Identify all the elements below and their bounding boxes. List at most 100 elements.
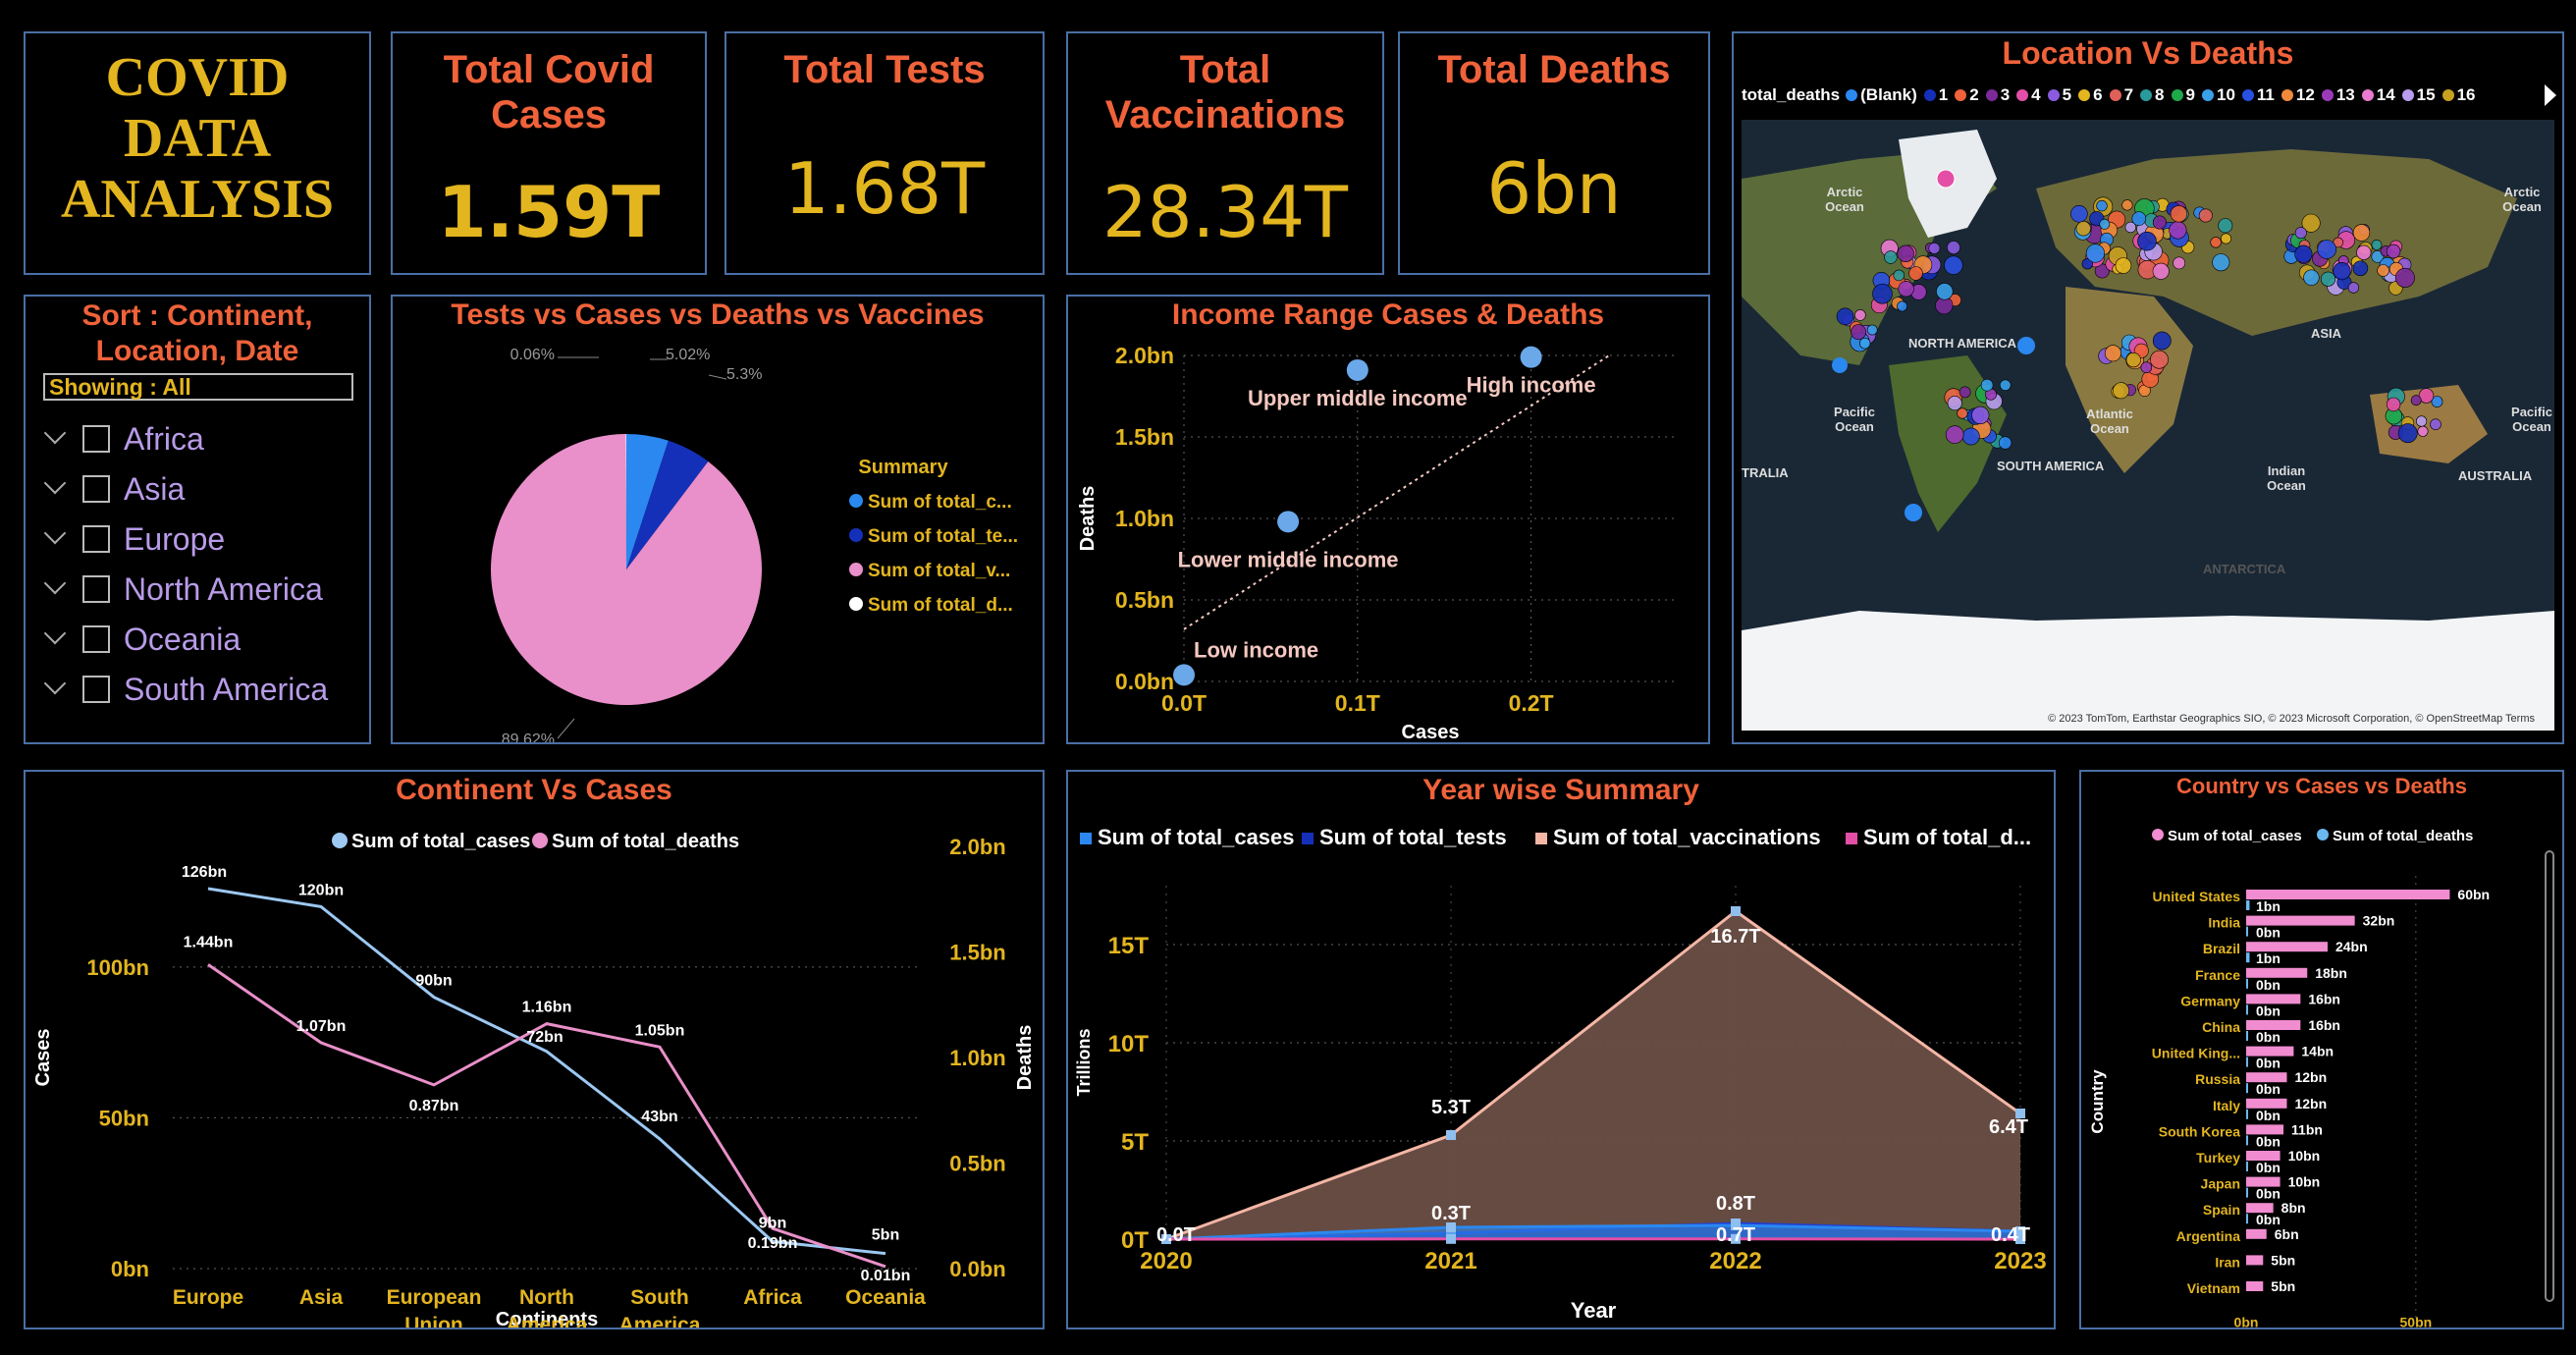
chevron-down-icon[interactable] [41,575,69,603]
slicer-item-south-america[interactable]: South America [41,667,328,712]
legend-dot-icon [1955,89,1967,101]
right-tick-label: 2.0bn [949,835,1005,859]
slicer-item-oceania[interactable]: Oceania [41,617,241,662]
slicer-item-label: Europe [124,520,226,557]
country-label: Argentina [2176,1228,2241,1244]
series-marker [1446,1130,1456,1140]
slicer-item-asia[interactable]: Asia [41,466,185,512]
map-legend-item[interactable]: 8 [2140,85,2165,105]
map-marker [1947,396,1962,411]
slicer-item-europe[interactable]: Europe [41,516,225,562]
y-axis-title: Deaths [1077,486,1099,552]
map-marker [1908,266,1923,281]
map-marker [1851,324,1866,341]
map-legend-item[interactable]: 11 [2241,85,2275,105]
kpi-title-line: Cases [491,93,607,136]
map-marker [2347,282,2360,294]
checkbox[interactable] [82,525,110,553]
map-legend-item[interactable]: 7 [2109,85,2133,105]
map-legend-item[interactable]: 3 [1985,85,2010,105]
map-legend-item[interactable]: 12 [2281,85,2315,105]
map-marker [2417,425,2429,437]
chevron-down-icon[interactable] [41,625,69,653]
map-legend-item[interactable]: 14 [2361,85,2395,105]
y-axis-title-right: Deaths [1014,1025,1036,1091]
map-marker [2333,262,2351,281]
cases-data-label: 24bn [2335,939,2368,954]
x-tick-label: 2022 [1709,1248,1761,1274]
map-marker [2352,224,2371,242]
map-legend-item[interactable]: (Blank) [1846,85,1917,105]
x-tick-line: North [519,1286,574,1309]
x-tick-label: Europe [173,1286,243,1309]
map-legend-text: 9 [2185,85,2195,104]
scrollbar[interactable] [2545,850,2554,1302]
map-marker [2394,267,2415,288]
deaths-data-label: 0.01bn [861,1268,911,1284]
map-legend-item[interactable]: 5 [2047,85,2071,105]
title-line-2: DATA [123,108,272,169]
map-legend-item[interactable]: 1 [1923,85,1948,105]
cases-data-label: 6bn [2275,1226,2299,1242]
map-marker [2070,205,2088,223]
x-tick-label: Oceania [845,1286,926,1309]
checkbox[interactable] [82,475,110,503]
map-marker [2017,337,2035,354]
slicer-title: Sort : Continent, Location, Date [26,298,369,369]
map-label: Indian Ocean [2267,463,2306,493]
pie-leader-line [557,718,575,739]
checkbox[interactable] [82,425,110,453]
legend-dot-icon [2317,829,2329,840]
pie-data-label: 89.62% [502,732,555,742]
checkbox[interactable] [82,676,110,703]
checkbox[interactable] [82,575,110,603]
series-line-cases [207,887,886,1256]
cases-data-label: 90bn [415,973,452,990]
map-legend-item[interactable]: 9 [2171,85,2195,105]
kpi-total-tests: Total Tests 1.68T [724,31,1045,275]
x-tick-label: European Union [387,1286,482,1328]
slicer-item-north-america[interactable]: North America [41,567,323,612]
series-marker [1731,906,1741,916]
legend-swatch-icon [1535,833,1547,844]
chevron-down-icon[interactable] [41,676,69,703]
map-legend-item[interactable]: 13 [2321,85,2355,105]
chevron-down-icon[interactable] [41,425,69,453]
map-marker [2294,227,2307,240]
map-marker [2152,331,2172,351]
country-panel: Country vs Cases vs Deaths Sum of total_… [2079,770,2564,1329]
kpi-value: 28.34T [1101,171,1349,253]
cases-data-label: 14bn [2301,1044,2334,1059]
pie-data-label: 0.06% [510,347,555,363]
x-axis-title: Year [1571,1298,1617,1323]
checkbox[interactable] [82,625,110,653]
map-legend-item[interactable]: 6 [2078,85,2103,105]
slicer-item-africa[interactable]: Africa [41,416,204,461]
map-legend-item[interactable]: 2 [1955,85,1979,105]
slicer-item-label: North America [124,570,323,607]
deaths-data-label: 0bn [2256,1108,2281,1123]
world-map[interactable]: Arctic Ocean Arctic Ocean NORTH AMERICA ASI… [1742,120,2554,731]
country-label: South Korea [2159,1123,2240,1139]
deaths-bar [2246,1057,2248,1067]
map-marker [2121,199,2133,211]
x-tick-label: 0.1T [1335,690,1380,716]
deaths-bar [2246,1187,2248,1198]
x-tick-label: 0.2T [1509,690,1554,716]
legend-dot-icon [1846,89,1858,101]
map-legend-item[interactable]: 4 [2016,85,2041,105]
chevron-down-icon[interactable] [41,475,69,503]
cases-data-label: 43bn [641,1109,677,1125]
legend-next-icon[interactable] [2545,84,2556,106]
deaths-data-label: 0bn [2256,1160,2281,1175]
slicer-showing[interactable]: Showing : All [43,373,353,401]
map-legend-item[interactable]: 15 [2401,85,2436,105]
cases-data-label: 16bn [2308,1017,2340,1033]
map-marker [1936,283,1954,300]
map-legend-item[interactable]: 16 [2442,85,2476,105]
x-tick-label: Africa [743,1286,802,1309]
slicer-title-line: Location, Date [95,335,299,367]
map-legend-item[interactable]: 10 [2201,85,2235,105]
chevron-down-icon[interactable] [41,525,69,553]
x-tick-label: North America [507,1286,588,1328]
